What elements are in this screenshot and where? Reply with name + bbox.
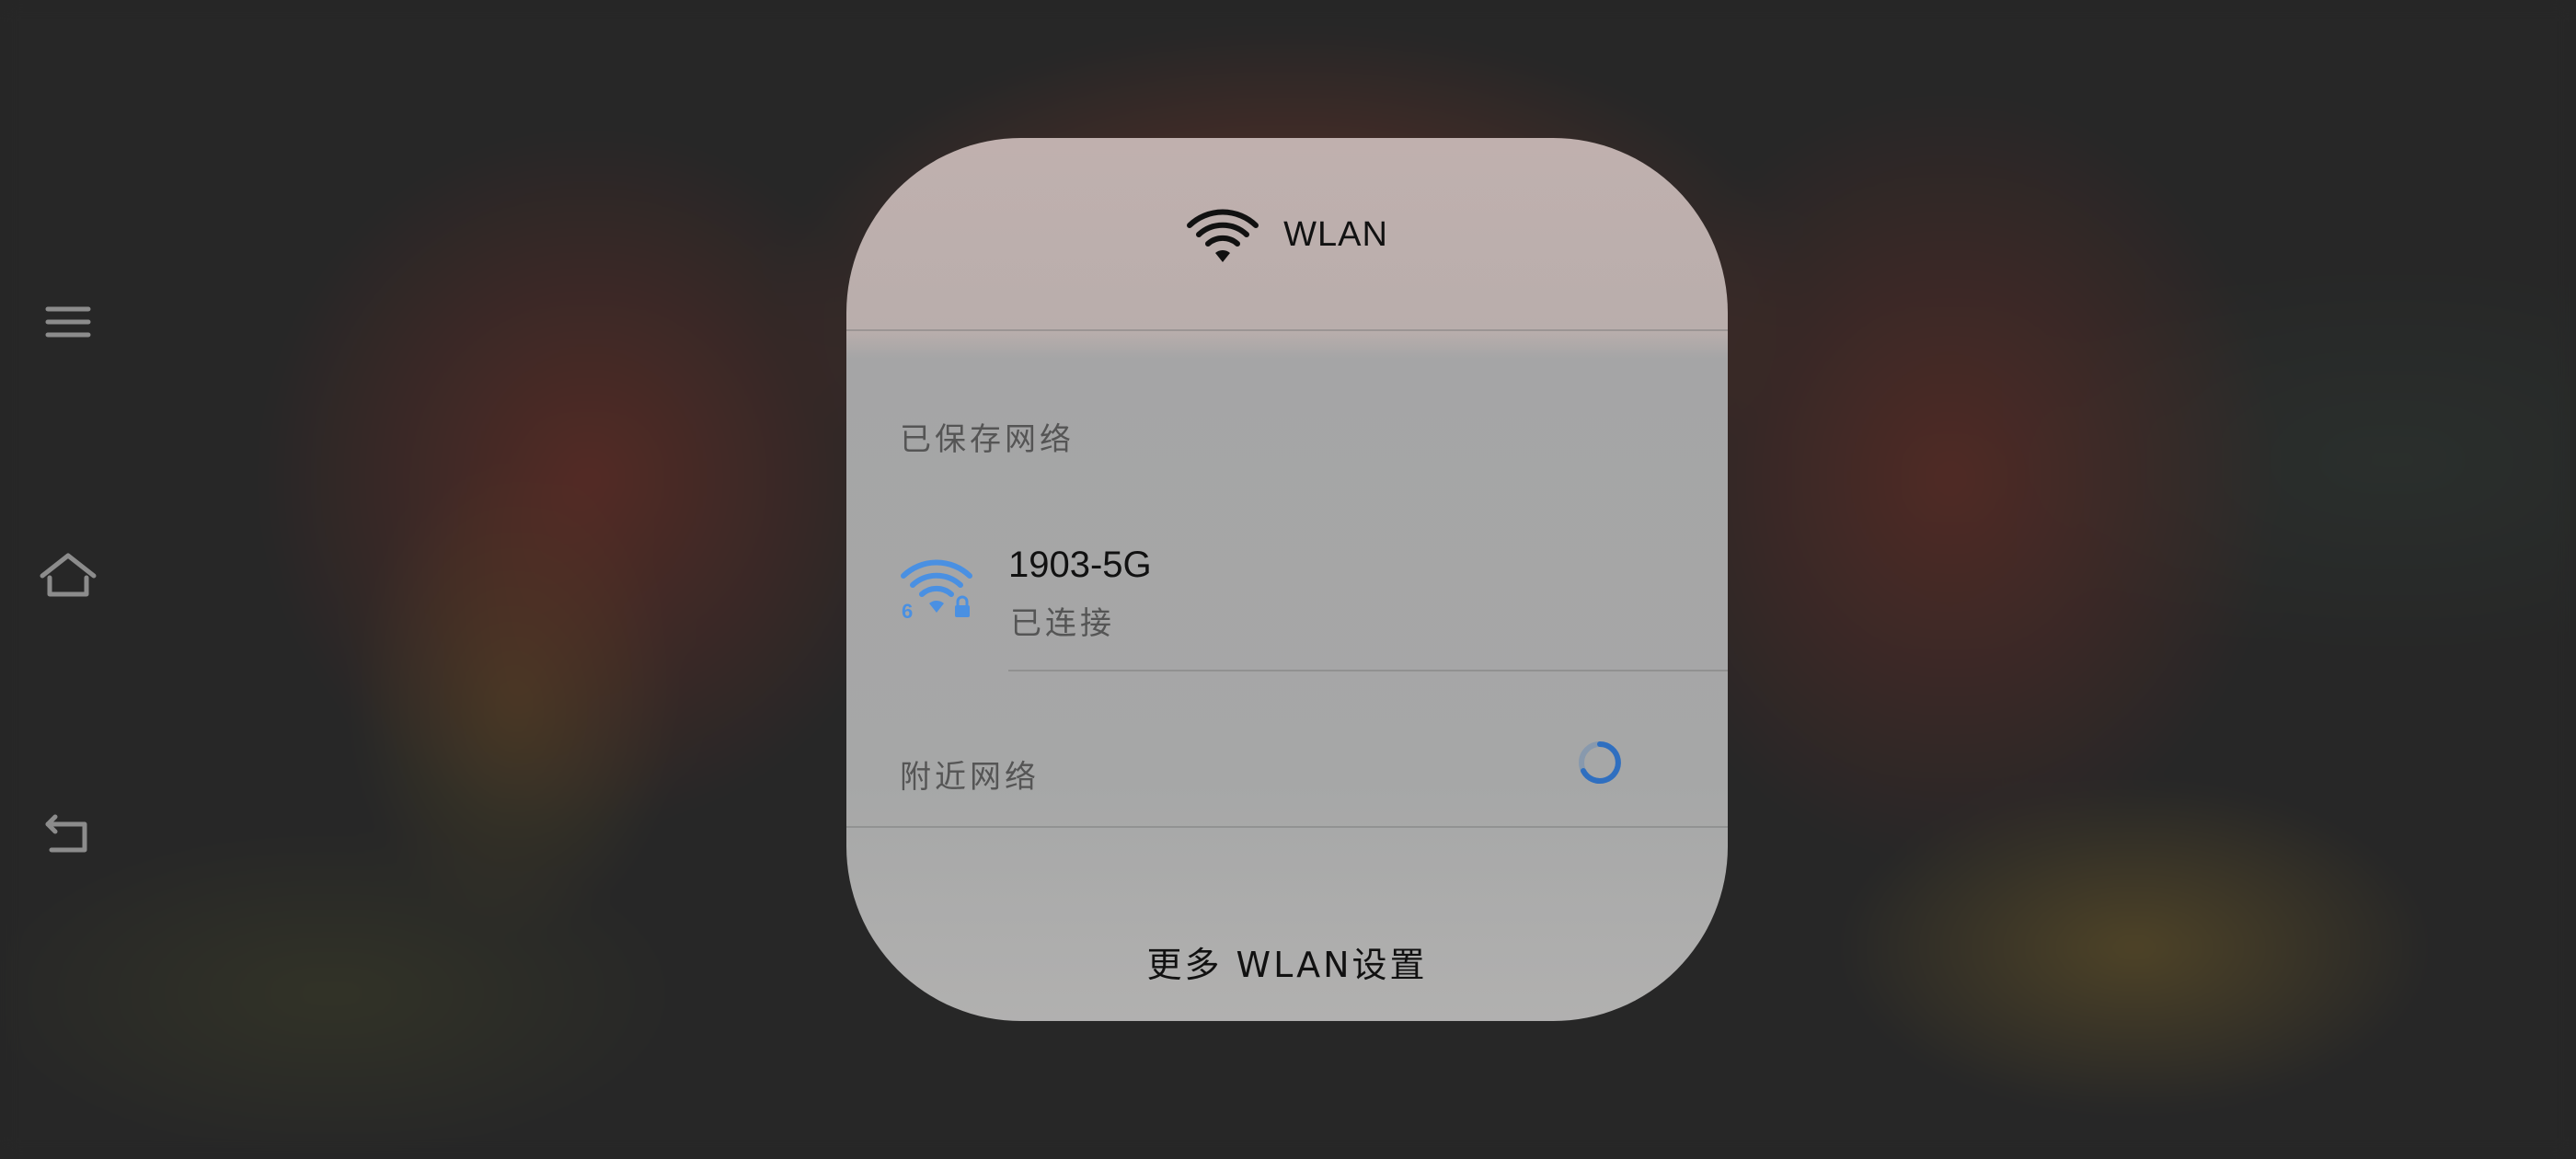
menu-icon bbox=[45, 306, 91, 338]
more-wlan-settings-button[interactable]: 更多 WLAN设置 bbox=[846, 901, 1728, 1021]
home-icon bbox=[40, 553, 97, 597]
nearby-networks-label: 附近网络 bbox=[900, 759, 1040, 796]
loading-spinner-icon bbox=[1575, 738, 1625, 787]
network-divider bbox=[1008, 670, 1728, 671]
back-icon bbox=[45, 814, 87, 853]
network-status: 已连接 bbox=[1010, 605, 1115, 642]
wlan-panel: WLAN 已保存网络 6 1903-5G 已连接 附近网络 更多 WLAN设置 bbox=[846, 138, 1728, 1021]
wifi-6-lock-icon: 6 bbox=[900, 552, 973, 625]
back-button[interactable] bbox=[33, 798, 103, 868]
menu-button[interactable] bbox=[33, 287, 103, 357]
network-item-1903-5g[interactable]: 6 1903-5G 已连接 bbox=[846, 497, 1728, 671]
footer-divider bbox=[846, 826, 1728, 828]
saved-networks-label: 已保存网络 bbox=[900, 421, 1075, 458]
home-button[interactable] bbox=[33, 541, 103, 611]
panel-title: WLAN bbox=[1283, 214, 1388, 254]
wifi-icon bbox=[1186, 205, 1259, 264]
header-divider bbox=[846, 329, 1728, 331]
wifi-generation-label: 6 bbox=[902, 600, 913, 623]
wlan-header[interactable]: WLAN bbox=[846, 138, 1728, 331]
network-name: 1903-5G bbox=[1008, 545, 1152, 585]
